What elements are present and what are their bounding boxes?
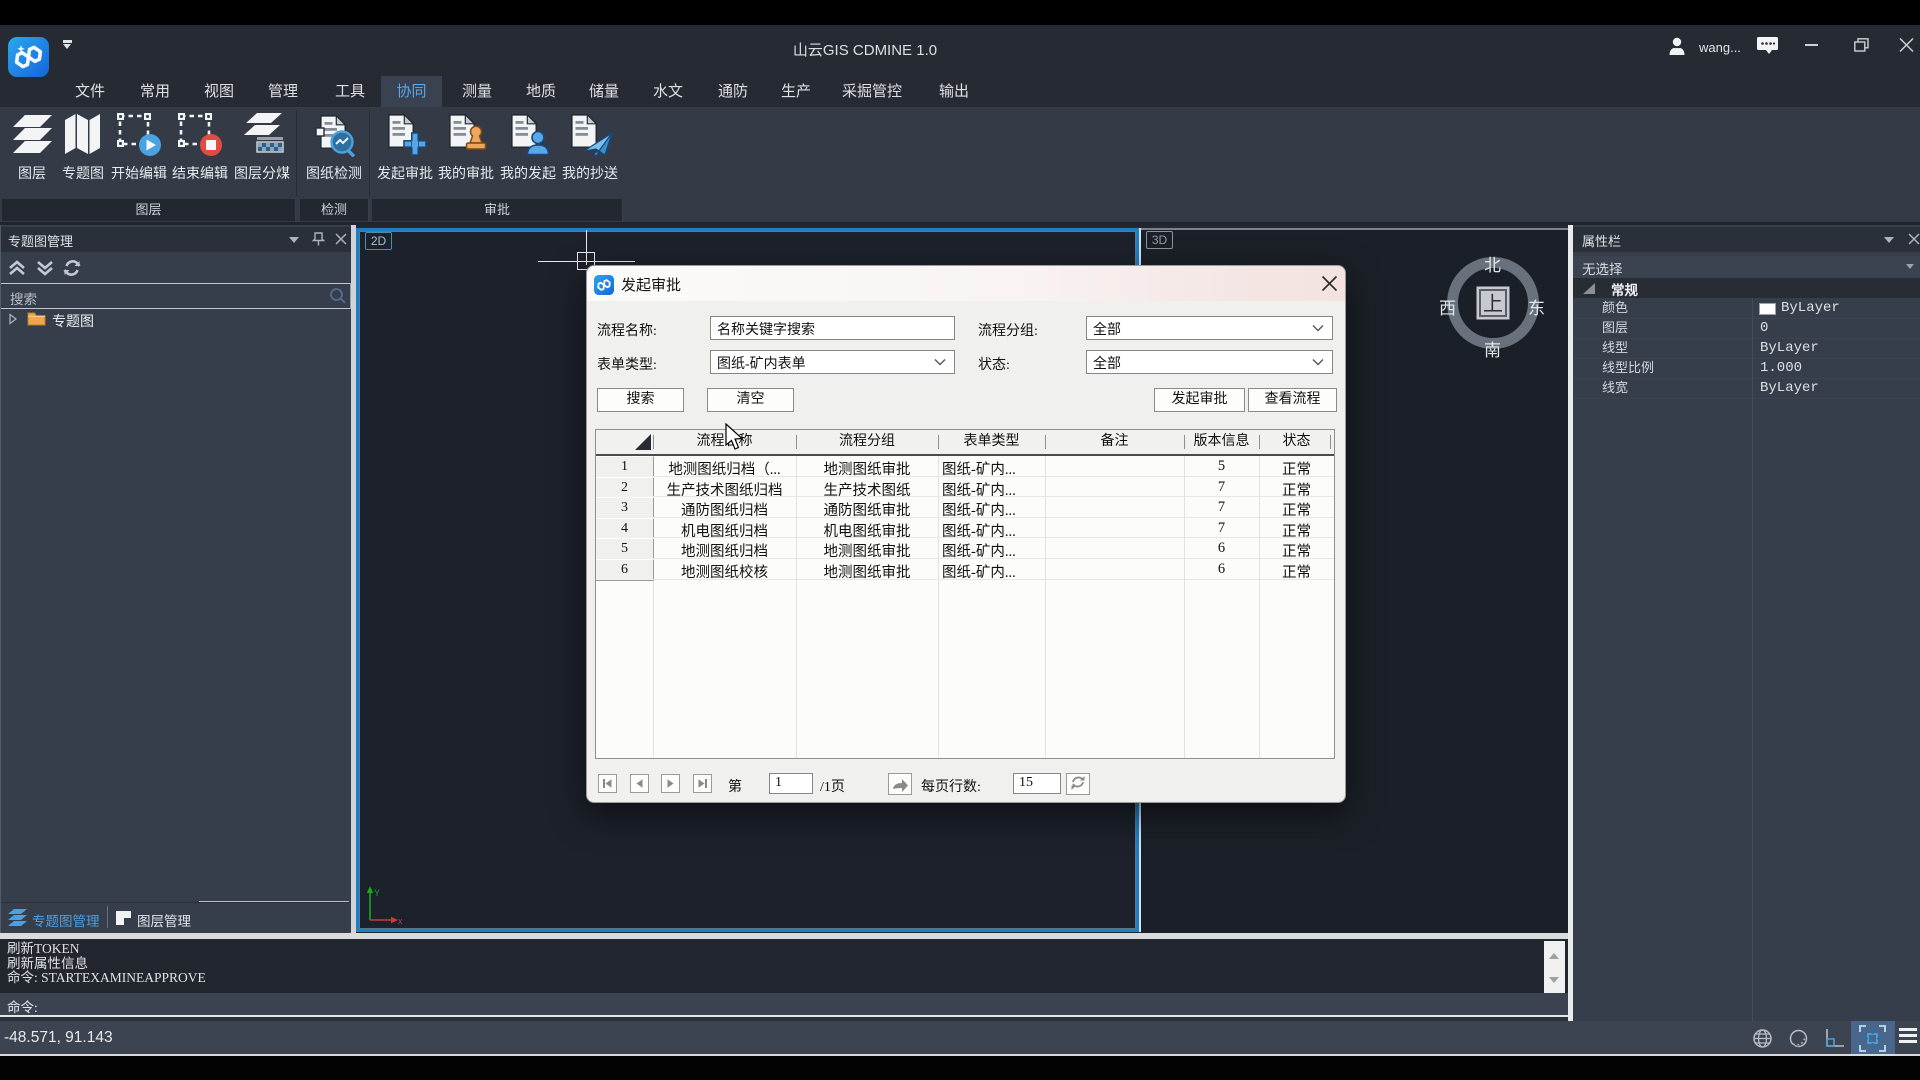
svg-text:上: 上 (1483, 293, 1503, 316)
svg-text:x: x (398, 916, 402, 926)
svg-text:Y: Y (374, 888, 380, 898)
